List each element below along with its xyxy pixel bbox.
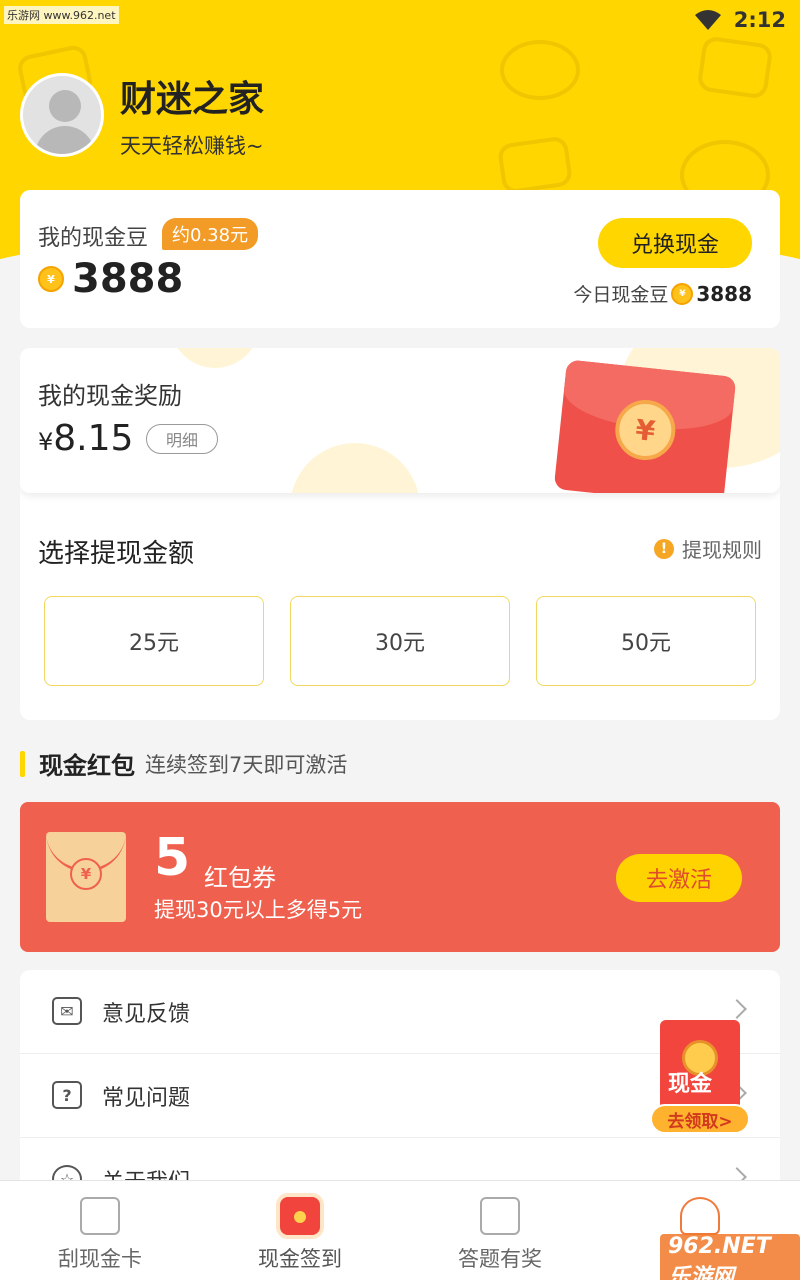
chevron-right-icon [727,999,747,1019]
reward-amount: ¥8.15 [38,418,133,459]
currency-symbol: ¥ [38,428,54,456]
section-subtitle: 连续签到7天即可激活 [145,752,348,777]
mail-icon: ✉ [52,997,82,1025]
reward-summary: 我的现金奖励 ¥8.15 明细 ¥ [20,348,780,493]
profile-header: 财迷之家 天天轻松赚钱~ [20,70,264,160]
coin-icon: ¥ [671,282,694,305]
avatar[interactable] [20,73,104,157]
person-icon [680,1197,720,1235]
detail-button[interactable]: 明细 [146,424,218,454]
floating-packet-label: 现金 [668,1072,713,1097]
avatar-body-icon [35,126,95,154]
coin-stack-doodle-icon [500,40,580,100]
tab-scratch-card[interactable]: 刮现金卡 [0,1181,200,1280]
red-envelope-illustration: ¥ [553,359,737,493]
cash-beans-amount: ¥ 3888 [38,256,183,302]
exchange-cash-button[interactable]: 兑换现金 [598,218,752,268]
wifi-icon [694,10,721,30]
avatar-head-icon [49,90,81,122]
withdraw-rules-link[interactable]: ! 提现规则 [654,534,762,563]
reward-value: 8.15 [53,418,134,459]
coin-icon: ¥ [38,266,64,292]
menu-item-label: 意见反馈 [102,1002,191,1027]
cash-packet-section-header: 现金红包 连续签到7天即可激活 [20,746,347,781]
decor-blob [170,348,260,368]
today-beans-value: 3888 [696,281,752,306]
tab-label: 答题有奖 [458,1247,542,1271]
reward-title: 我的现金奖励 [38,382,182,410]
claim-button[interactable]: 去领取> [650,1104,750,1134]
quiz-icon [480,1197,520,1235]
status-bar: 乐游网 www.962.net 2:12 [0,0,800,40]
tab-label: 刮现金卡 [58,1247,142,1271]
coupon-description: 提现30元以上多得5元 [154,898,363,922]
withdraw-amount-title: 选择提现金额 [38,539,195,569]
estimate-badge: 约0.38元 [162,218,259,250]
activate-button[interactable]: 去激活 [616,854,742,902]
watermark-top: 乐游网 www.962.net [4,6,119,24]
withdraw-rules-label: 提现规则 [682,538,762,562]
section-title: 现金红包 [39,752,135,780]
coupon-unit: 红包券 [204,864,276,892]
withdraw-option-30[interactable]: 30元 [290,596,510,686]
cash-beans-value: 3888 [72,256,184,302]
menu-item-label: 常见问题 [102,1086,191,1111]
today-beans: 今日现金豆 ¥ 3888 [573,280,752,307]
floating-red-packet[interactable]: 现金 去领取> [650,1020,750,1135]
profile-subtitle: 天天轻松赚钱~ [120,134,264,158]
red-packet-icon [280,1197,320,1235]
withdraw-option-25[interactable]: 25元 [44,596,264,686]
yen-seal-icon: ¥ [70,858,102,890]
cash-beans-label: 我的现金豆 [38,226,149,251]
decor-blob [290,443,420,493]
red-packet-coupon-card: ¥ 5 红包券 提现30元以上多得5元 去激活 [20,802,780,952]
withdraw-option-50[interactable]: 50元 [536,596,756,686]
section-accent-bar [20,750,25,777]
watermark-bottom: 962.NET 乐游网 [660,1234,800,1280]
gamepad-doodle-icon [496,135,574,195]
cash-reward-card: 我的现金奖励 ¥8.15 明细 ¥ 选择提现金额 ! 提现规则 25元 30元 … [20,348,780,720]
today-beans-label: 今日现金豆 [573,284,669,306]
info-icon: ! [654,538,674,559]
tab-quiz[interactable]: 答题有奖 [400,1181,600,1280]
profile-name: 财迷之家 [120,79,265,120]
question-icon: ? [52,1081,82,1109]
tab-cash-checkin[interactable]: 现金签到 [200,1181,400,1280]
tab-label: 现金签到 [258,1247,342,1271]
coupon-value: 5 [154,828,191,888]
check-doodle-icon [696,35,774,100]
red-packet-icon: ¥ [46,832,126,922]
scratch-card-icon [80,1197,120,1235]
cash-beans-card: 我的现金豆 约0.38元 ¥ 3888 兑换现金 今日现金豆 ¥ 3888 [20,190,780,328]
clock: 2:12 [733,8,786,32]
